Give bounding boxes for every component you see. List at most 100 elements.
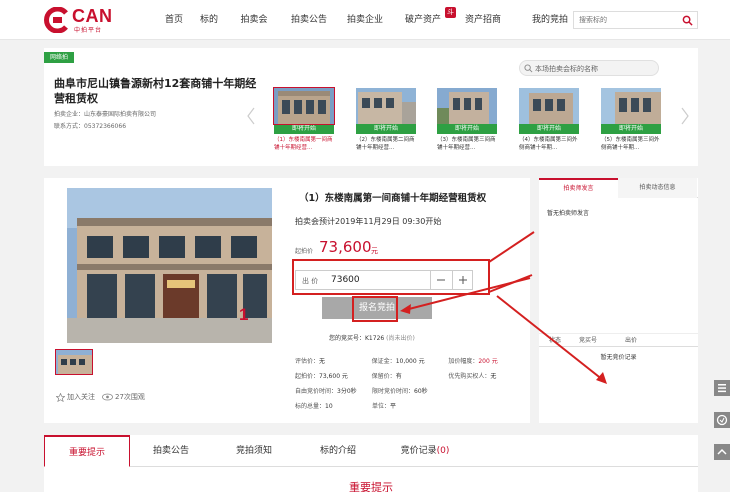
photo-thumbnail[interactable]	[55, 349, 93, 375]
lot-thumb-4[interactable]: 即将开始 （4）东楼南属第三间外侧商铺十年期...	[519, 88, 579, 152]
nav-lots[interactable]: 标的	[198, 0, 220, 40]
follow-button[interactable]: 加入关注	[56, 392, 95, 402]
info-key: 单位：	[372, 403, 391, 410]
info-cell: 保证金：10,000 元	[372, 354, 449, 369]
eye-icon	[102, 393, 113, 401]
phone-label: 联系方式：	[54, 123, 85, 130]
bidder-number-text: 您的竞买号：K1726	[329, 335, 385, 342]
tab-auction-dynamics[interactable]: 拍卖动态信息	[618, 178, 697, 198]
lot-thumb-2[interactable]: 即将开始 （2）东楼南属第二间商铺十年期经营...	[356, 88, 416, 152]
tab-auctioneer-speech[interactable]: 拍卖师发言	[539, 178, 618, 198]
company-line: 拍卖企业：山东泰豪国际拍卖有限公司	[54, 109, 156, 118]
nav-asset-investment[interactable]: 资产招商	[446, 0, 520, 40]
info-cell: 限时竞价时间：60秒	[372, 384, 449, 399]
logo-icon	[44, 7, 68, 33]
info-key: 自由竞价时间：	[295, 388, 338, 395]
info-value: 平	[390, 403, 397, 410]
search-icon	[524, 64, 533, 73]
main-nav: 首页 标的 拍卖会 拍卖公告 拍卖企业 破产资产 斗 资产招商 我的竞拍	[150, 0, 580, 40]
company-name[interactable]: 山东泰豪国际拍卖有限公司	[84, 111, 156, 118]
register-bid-button[interactable]: 报名竞拍	[322, 297, 432, 319]
info-cell: 加价幅度：200 元	[448, 354, 525, 369]
follow-label: 加入关注	[67, 393, 95, 401]
info-cell: 单位：平	[372, 399, 449, 414]
bid-amount-input[interactable]	[331, 273, 425, 287]
column-status: 状态	[549, 337, 562, 344]
nav-announcements[interactable]: 拍卖公告	[288, 0, 330, 40]
lot-status: 即将开始	[601, 124, 661, 134]
tab-important-notice[interactable]: 重要提示	[44, 435, 130, 467]
auction-activity-panel: 拍卖师发言 拍卖动态信息 暂无拍卖师发言 状态 竞买号 出价 暂无竞价记录	[539, 178, 698, 423]
site-logo[interactable]: CAN 中拍平台	[44, 6, 120, 34]
tab-lot-introduction[interactable]: 标的介绍	[296, 435, 380, 467]
side-menu-button[interactable]	[714, 380, 730, 396]
info-value: 无	[490, 373, 497, 380]
lot-search[interactable]: 本场拍卖会标的名称	[519, 60, 659, 76]
project-panel: 网络拍 曲阜市尼山镇鲁源新村12套商铺十年期经营租赁权 拍卖企业：山东泰豪国际拍…	[44, 48, 698, 166]
lot-thumb-1[interactable]: 即将开始 （1）东楼南属第一间商铺十年期经营...	[273, 87, 335, 152]
info-value: 10	[325, 403, 333, 410]
bidder-number: 您的竞买号：K1726 (尚未出价)	[329, 333, 415, 342]
info-key: 标的总量：	[295, 403, 326, 410]
tab-bid-records-label: 竞价记录	[400, 446, 437, 456]
tab-auction-announcement[interactable]: 拍卖公告	[130, 435, 212, 467]
auctioneer-message: 暂无拍卖师发言	[547, 210, 590, 217]
side-feedback-button[interactable]	[714, 412, 730, 428]
info-value: 200 元	[478, 358, 498, 365]
star-icon	[56, 392, 65, 402]
bidder-number-note: (尚未出价)	[386, 335, 415, 342]
info-cell: 保留价：有	[372, 369, 449, 384]
list-icon	[718, 384, 726, 393]
decrease-bid-button[interactable]	[430, 271, 450, 289]
increase-bid-button[interactable]	[452, 271, 472, 289]
bid-stepper: 出 价	[295, 270, 473, 290]
info-cell: 自由竞价时间：3分0秒	[295, 384, 372, 399]
nav-auctions[interactable]: 拍卖会	[220, 0, 288, 40]
tab-bid-records[interactable]: 竞价记录(0)	[380, 435, 470, 467]
nav-bankruptcy-label: 破产资产	[404, 15, 441, 25]
lot-thumb-3[interactable]: 即将开始 （3）东楼南属第三间商铺十年期经营...	[437, 88, 497, 152]
info-key: 起拍价：	[295, 373, 320, 380]
info-cell: 起拍价：73,600 元	[295, 369, 372, 384]
nav-bankruptcy-assets[interactable]: 破产资产 斗	[400, 0, 456, 40]
search-icon[interactable]	[682, 15, 693, 26]
annotation-number: 1	[239, 305, 249, 324]
info-value: 10,000 元	[395, 358, 425, 365]
nav-my-bids[interactable]: 我的竞拍	[520, 0, 580, 40]
company-label: 拍卖企业：	[54, 111, 85, 118]
logo-text: CAN	[72, 6, 113, 26]
chevron-left-icon[interactable]	[246, 106, 256, 126]
info-key: 保证金：	[371, 358, 396, 365]
info-row: 评估价：无 保证金：10,000 元 加价幅度：200 元	[295, 354, 525, 369]
lot-photo	[356, 88, 416, 124]
info-cell: 标的总量：10	[295, 399, 372, 414]
info-tabs: 重要提示 拍卖公告 竞拍须知 标的介绍 竞价记录(0)	[44, 435, 698, 467]
lot-thumb-5[interactable]: 即将开始 （5）东楼南属第三间外侧商铺十年期...	[601, 88, 661, 152]
header-search	[573, 11, 698, 29]
start-price-label: 起拍价	[295, 248, 314, 255]
nav-companies[interactable]: 拍卖企业	[330, 0, 400, 40]
lot-status: 即将开始	[519, 124, 579, 134]
lot-caption: （3）东楼南属第三间商铺十年期经营...	[437, 137, 496, 151]
logo-subtitle: 中拍平台	[74, 27, 103, 34]
info-key: 加价幅度：	[448, 358, 479, 365]
lot-status: 即将开始	[274, 124, 334, 134]
lot-photo	[601, 88, 661, 124]
lot-caption: （2）东楼南属第二间商铺十年期经营...	[356, 137, 415, 151]
auction-start-time: 拍卖会预计2019年11月29日 09:30开始	[295, 217, 442, 226]
chevron-right-icon[interactable]	[680, 106, 690, 126]
plus-icon	[459, 276, 467, 284]
info-row: 自由竞价时间：3分0秒 限时竞价时间：60秒	[295, 384, 525, 399]
search-input[interactable]	[574, 12, 674, 28]
back-to-top-button[interactable]	[714, 444, 730, 460]
tab-bidding-rules[interactable]: 竞拍须知	[212, 435, 296, 467]
lot-detail-panel: 加入关注 27次围观 （1）东楼南属第一间商铺十年期经营租赁权 拍卖会预计201…	[44, 178, 530, 423]
nav-home[interactable]: 首页	[150, 0, 198, 40]
phone-number: 05372366066	[84, 123, 127, 130]
phone-line: 联系方式：05372366066	[54, 121, 126, 130]
bid-label: 出 价	[302, 277, 319, 285]
bid-record-header: 状态 竞买号 出价	[539, 333, 698, 347]
lot-photo	[273, 87, 335, 125]
info-value: 无	[319, 358, 326, 365]
section-title: 重要提示	[349, 481, 393, 492]
